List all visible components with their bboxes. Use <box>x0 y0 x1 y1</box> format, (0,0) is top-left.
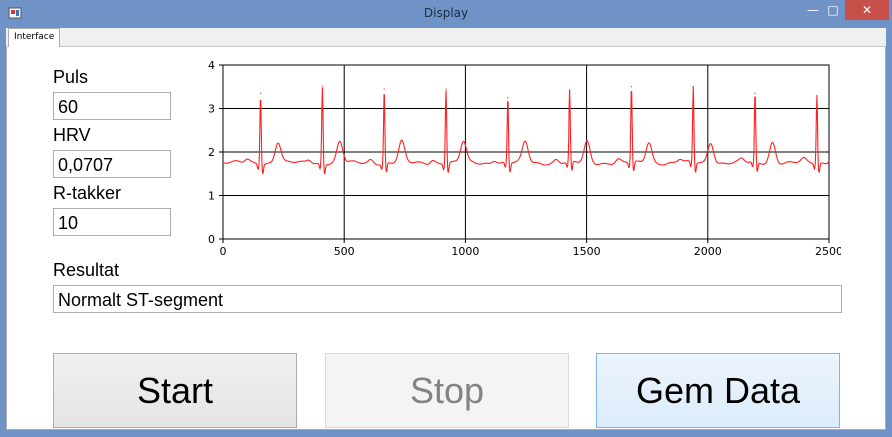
r-peak-point <box>383 88 385 90</box>
ecg-chart: 0 500 1000 1500 2000 2500 0 1 2 3 4 <box>193 59 843 277</box>
interface-panel: Puls 60 HRV 0,0707 R-takker 10 0 500 1000 1… <box>6 47 886 430</box>
hrv-label: HRV <box>53 125 91 145</box>
minimize-icon[interactable]: — <box>800 0 826 20</box>
client-area: Interface Puls 60 HRV 0,0707 R-takker 10… <box>6 28 886 430</box>
gem-data-button[interactable]: Gem Data <box>596 353 840 428</box>
r-peak-point <box>692 86 694 88</box>
r-peak-point <box>754 92 756 94</box>
window-title: Display <box>423 6 469 20</box>
tab-interface[interactable]: Interface <box>8 28 61 47</box>
y-tick-label: 3 <box>208 103 215 116</box>
app-window: Display — □ ✕ Interface Puls 60 HRV 0,07… <box>0 0 892 437</box>
close-icon[interactable]: ✕ <box>845 0 889 20</box>
start-button[interactable]: Start <box>53 353 297 428</box>
y-tick-label: 1 <box>208 190 215 203</box>
y-tick-label: 4 <box>208 59 215 72</box>
maximize-icon[interactable]: □ <box>826 0 840 20</box>
x-tick-label: 500 <box>334 245 355 258</box>
r-peak-point <box>259 92 262 94</box>
rtakker-field[interactable]: 10 <box>53 208 171 236</box>
r-peak-point <box>630 86 633 88</box>
resultat-label: Resultat <box>53 260 120 280</box>
tab-strip: Interface <box>6 28 886 47</box>
puls-field[interactable]: 60 <box>53 92 171 120</box>
r-peak-point <box>816 94 818 97</box>
title-bar[interactable]: Display — □ ✕ <box>0 0 892 28</box>
stop-button[interactable]: Stop <box>325 353 569 428</box>
r-peak-point <box>321 86 323 88</box>
r-peak-point <box>507 97 509 99</box>
rtakker-label: R-takker <box>53 183 122 203</box>
hrv-field[interactable]: 0,0707 <box>53 150 171 178</box>
y-tick-label: 2 <box>208 146 215 159</box>
x-tick-label: 1500 <box>573 245 601 258</box>
ecg-chart-svg: 0 500 1000 1500 2000 2500 0 1 2 3 4 <box>208 59 843 258</box>
y-tick-label: 0 <box>208 233 215 246</box>
x-tick-label: 1000 <box>451 245 479 258</box>
resultat-field[interactable]: Normalt ST-segment <box>53 285 842 313</box>
x-tick-label: 2000 <box>694 245 722 258</box>
x-tick-label: 0 <box>220 245 227 258</box>
r-peak-point <box>569 90 571 92</box>
puls-label: Puls <box>53 67 89 87</box>
x-tick-label: 2500 <box>815 245 841 258</box>
r-peak-point <box>445 88 447 90</box>
